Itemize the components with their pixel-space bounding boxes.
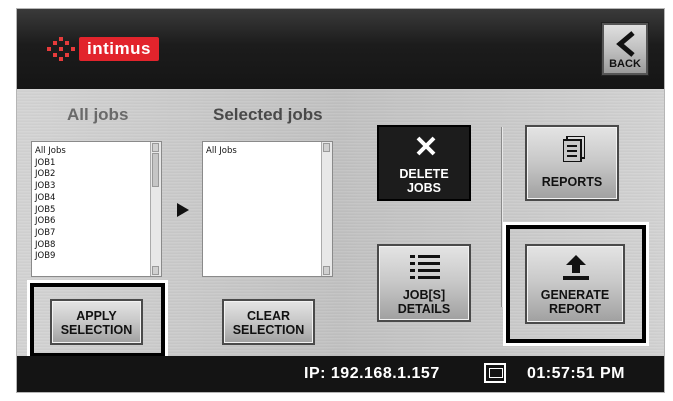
selected-jobs-scrollbar[interactable] [321,142,332,276]
reports-label: REPORTS [541,175,603,189]
clear-selection-button[interactable]: CLEAR SELECTION [222,299,315,345]
generate-label-line1: GENERATE [540,288,610,302]
list-item[interactable]: JOB4 [35,193,66,205]
apply-selection-button[interactable]: APPLY SELECTION [50,299,143,345]
scroll-down-arrow[interactable] [323,266,330,275]
vertical-divider [501,127,502,307]
network-icon [484,363,506,383]
scroll-down-arrow[interactable] [152,266,159,275]
chevron-left-icon [616,31,635,57]
list-item[interactable]: JOB5 [35,205,66,217]
intimus-logo: intimus [45,35,159,63]
all-jobs-title: All jobs [67,105,129,124]
logo-dots [45,37,79,61]
status-bar: IP: 192.168.1.157 01:57:51 PM [17,356,664,392]
list-item[interactable]: JOB3 [35,181,66,193]
details-label-line2: DETAILS [397,302,451,316]
list-item[interactable]: JOB8 [35,240,66,252]
all-jobs-scrollbar[interactable] [150,142,161,276]
scroll-up-arrow[interactable] [152,143,159,152]
device-screen: intimus BACK All jobs Selected jobs All … [16,8,665,393]
all-jobs-list[interactable]: All Jobs JOB1 JOB2 JOB3 JOB4 JOB5 JOB6 J… [31,141,162,277]
clear-label-line2: SELECTION [232,323,305,337]
generate-label-line2: REPORT [548,302,602,316]
upload-icon [563,255,589,280]
ip-address: IP: 192.168.1.157 [304,365,440,382]
job-selection-panel: All jobs Selected jobs All Jobs JOB1 JOB… [17,89,664,357]
selected-jobs-list[interactable]: All Jobs [202,141,333,277]
all-jobs-items: All Jobs JOB1 JOB2 JOB3 JOB4 JOB5 JOB6 J… [35,146,66,263]
job-details-button[interactable]: JOB[S] DETAILS [377,244,471,322]
list-item[interactable]: All Jobs [35,146,66,158]
back-label: BACK [609,58,641,70]
apply-label-line1: APPLY [76,309,117,323]
selected-jobs-title: Selected jobs [213,105,323,124]
header-bar: intimus BACK [17,9,664,89]
clock-time: 01:57:51 PM [527,365,625,382]
details-label-line1: JOB[S] [402,288,446,302]
clear-label-line1: CLEAR [246,309,291,323]
scroll-up-arrow[interactable] [323,143,330,152]
list-item[interactable]: JOB6 [35,216,66,228]
reports-button[interactable]: REPORTS [525,125,619,201]
list-icon [410,255,440,279]
brand-name: intimus [79,37,159,61]
list-item[interactable]: JOB7 [35,228,66,240]
list-item[interactable]: JOB1 [35,158,66,170]
close-x-icon [416,136,436,156]
delete-label-line1: DELETE [399,167,449,181]
document-icon [563,136,585,162]
selected-jobs-items: All Jobs [206,146,237,158]
back-button[interactable]: BACK [602,23,648,75]
list-item[interactable]: JOB2 [35,169,66,181]
generate-report-button[interactable]: GENERATE REPORT [525,244,625,324]
apply-label-line2: SELECTION [60,323,133,337]
move-right-arrow-icon[interactable] [177,203,189,217]
list-item[interactable]: All Jobs [206,146,237,158]
scroll-thumb[interactable] [152,153,159,187]
list-item[interactable]: JOB9 [35,251,66,263]
delete-jobs-button[interactable]: DELETE JOBS [377,125,471,201]
delete-label-line2: JOBS [406,181,442,195]
